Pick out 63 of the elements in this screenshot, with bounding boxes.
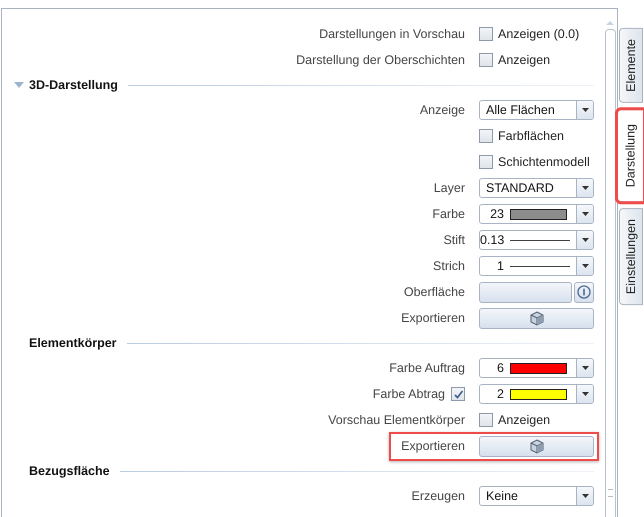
caret-icon xyxy=(582,494,588,498)
section-title: Bezugsfläche xyxy=(29,464,110,478)
dropdown-button[interactable] xyxy=(576,257,593,275)
dropdown[interactable]: Keine xyxy=(479,486,594,506)
field-label: Vorschau Elementkörper xyxy=(328,413,465,427)
field-label: Oberfläche xyxy=(404,285,465,299)
line-sample-icon xyxy=(510,264,570,268)
section-title: 3D-Darstellung xyxy=(29,78,118,92)
caret-icon xyxy=(582,212,588,216)
caret-icon xyxy=(582,366,588,370)
field-label: Farbe Auftrag xyxy=(389,361,465,375)
dropdown-button[interactable] xyxy=(576,231,593,249)
cube-icon xyxy=(530,310,544,326)
dropdown-button[interactable] xyxy=(576,101,593,119)
dropdown[interactable]: Alle Flächen xyxy=(479,100,594,120)
color-dropdown[interactable]: 23 xyxy=(479,204,594,224)
checkbox-label: Anzeigen xyxy=(498,53,550,67)
line-dropdown[interactable]: 1 xyxy=(479,256,594,276)
field-label: Exportieren xyxy=(401,311,465,325)
dropdown-button[interactable] xyxy=(576,205,593,223)
field-label: Farbe Abtrag xyxy=(372,387,445,401)
checkbox-label: Anzeigen xyxy=(498,413,550,427)
field-label: Strich xyxy=(433,259,465,273)
caret-icon xyxy=(582,186,588,190)
export-button[interactable] xyxy=(479,308,594,328)
side-tab[interactable]: Darstellung xyxy=(617,108,644,202)
checkbox[interactable] xyxy=(479,129,493,143)
field-label: Anzeige xyxy=(420,103,465,117)
side-tab[interactable]: Einstellungen xyxy=(619,208,643,306)
caret-icon xyxy=(582,264,588,268)
dropdown-button[interactable] xyxy=(576,359,593,377)
checkbox[interactable] xyxy=(479,413,493,427)
caret-icon xyxy=(582,238,588,242)
caret-icon xyxy=(582,392,588,396)
checkbox[interactable] xyxy=(479,27,493,41)
dropdown-button[interactable] xyxy=(576,179,593,197)
checkbox[interactable] xyxy=(451,387,465,401)
field-label: Stift xyxy=(443,233,465,247)
info-icon xyxy=(577,285,591,299)
checkbox-label: Schichtenmodell xyxy=(498,155,590,169)
field-label: Farbe xyxy=(432,207,465,221)
checkbox-label: Farbflächen xyxy=(498,129,564,143)
section-title: Elementkörper xyxy=(29,336,117,350)
checkbox-label: Anzeigen (0.0) xyxy=(498,27,580,41)
cube-icon xyxy=(530,438,544,454)
field-label: Erzeugen xyxy=(411,489,465,503)
caret-icon xyxy=(582,108,588,112)
checkbox[interactable] xyxy=(479,155,493,169)
line-dropdown[interactable]: 0.13 xyxy=(479,230,594,250)
side-tab[interactable]: Elemente xyxy=(619,28,643,103)
export-button[interactable] xyxy=(479,436,594,456)
info-button[interactable] xyxy=(574,282,594,302)
color-dropdown[interactable]: 2 xyxy=(479,384,594,404)
color-dropdown[interactable]: 6 xyxy=(479,358,594,378)
field-label: Darstellung der Oberschichten xyxy=(296,53,465,67)
line-sample-icon xyxy=(510,238,570,242)
field-label: Darstellungen in Vorschau xyxy=(319,27,465,41)
dropdown-button[interactable] xyxy=(576,385,593,403)
field-label: Layer xyxy=(434,181,465,195)
dropdown-button[interactable] xyxy=(576,487,593,505)
field-label: Exportieren xyxy=(401,439,465,453)
dropdown[interactable]: STANDARD xyxy=(479,178,594,198)
checkbox[interactable] xyxy=(479,53,493,67)
